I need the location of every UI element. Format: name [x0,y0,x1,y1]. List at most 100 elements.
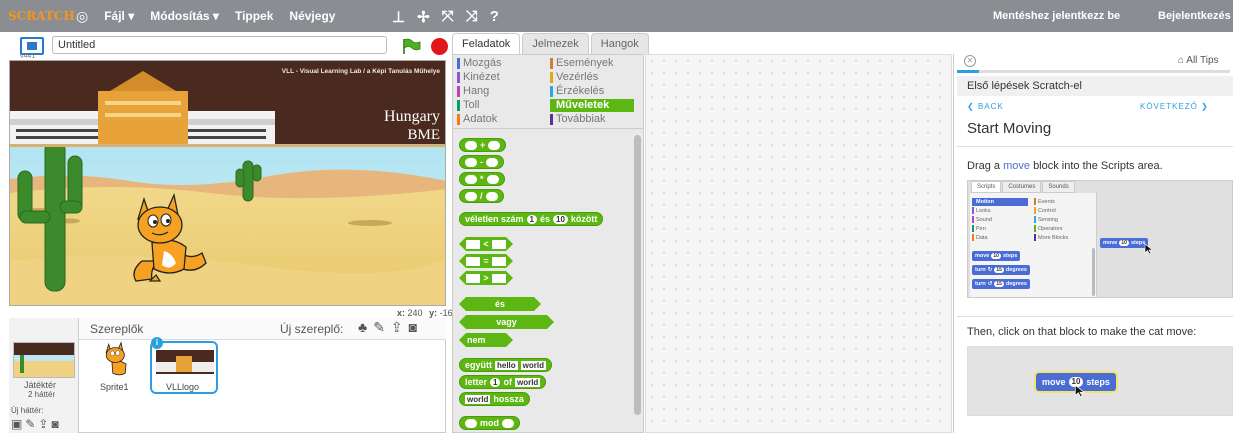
sprite-name-sprite1: Sprite1 [100,382,129,392]
category-pen[interactable]: Toll [457,99,541,112]
help-icon[interactable]: ? [490,8,499,26]
sprite-name-vlllogo: VLLlogo [166,382,200,392]
language-globe-icon[interactable]: ◎ [76,8,88,25]
block-subtract[interactable]: - [459,155,504,169]
version-label: v441 [20,53,36,60]
login-button[interactable]: Bejelentkezés [1158,10,1231,22]
paint-sprite-icon[interactable]: ✎ [373,319,385,336]
scratch-logo[interactable]: SCRATCH [8,7,75,25]
mini-cat-sensing: Sensing [1034,216,1090,224]
tip-divider [957,146,1233,147]
category-operators[interactable]: Műveletek [550,99,634,112]
green-flag-icon[interactable] [401,37,421,55]
menu-file[interactable]: Fájl ▾ [104,9,134,23]
mini-cat-data: Data [972,234,1028,242]
banner-title-hungary: Hungary [384,108,440,125]
all-tips-link[interactable]: ⌂ All Tips [1178,55,1219,66]
new-sprite-icons: ♣ ✎ ⇪ ◙ [358,319,417,336]
category-more-blocks[interactable]: Továbbiak [550,113,634,126]
tab-costumes[interactable]: Jelmezek [522,33,589,55]
mini-scrollbar [1092,248,1095,296]
category-looks[interactable]: Kinézet [457,71,541,84]
tips-progress-fill [957,70,979,73]
block-divide[interactable]: / [459,189,504,203]
turn-left-icon: ↺ [987,281,993,287]
mini-cat-operators: Operators [1034,225,1090,233]
block-not[interactable]: nem [459,333,513,347]
menu-tips[interactable]: Tippek [235,9,273,23]
block-multiply[interactable]: * [459,172,505,186]
tab-sounds[interactable]: Hangok [590,33,649,55]
backdrop-library-icon[interactable]: ▣ [11,417,22,431]
menu-edit[interactable]: Módosítás ▾ [150,9,219,23]
tips-panel-title: Első lépések Scratch-el [967,80,1082,92]
block-join[interactable]: együtt hello world [459,358,553,372]
block-greater-than[interactable]: > [459,271,513,285]
stop-button[interactable] [431,38,448,55]
menu-bar: SCRATCH ◎ Fájl ▾ Módosítás ▾ Tippek Névj… [0,0,1233,32]
tip-instruction: Drag a move block into the Scripts area. [967,160,1163,172]
mini-cat-events: Events [1034,198,1090,206]
banner-title-bme: BME [407,127,440,143]
upload-sprite-icon[interactable]: ⇪ [391,319,403,336]
login-prompt[interactable]: Mentéshez jelentkezz be [993,10,1120,22]
camera-sprite-icon[interactable]: ◙ [409,319,417,336]
category-motion[interactable]: Mozgás [457,57,541,70]
mini-cat-looks: Looks [972,207,1028,215]
block-or[interactable]: vagy [459,315,554,329]
stage-backdrop: VLL - Visual Learning Lab / a Képi Tanul… [10,61,445,305]
stage-backdrop-count: 2 háttér [28,390,56,399]
duplicate-stamp-icon[interactable]: ⊥ [392,8,405,26]
sprite-library-icon[interactable]: ♣ [358,319,367,336]
tip-heading: Start Moving [967,120,1052,137]
camera-backdrop-icon[interactable]: ◙ [51,417,58,431]
tab-scripts[interactable]: Feladatok [452,33,521,55]
mini-block-move-dragged: move 10 steps [1100,238,1149,248]
shrink-icon[interactable]: ⤨ [466,8,478,26]
palette-scrollbar[interactable] [634,135,641,415]
toolbar-icons: ⊥ ✢ ⤧ ⤨ ? [392,8,499,26]
block-equals[interactable]: = [459,254,513,268]
block-less-than[interactable]: < [459,237,513,251]
category-data[interactable]: Adatok [457,113,541,126]
upload-backdrop-icon[interactable]: ⇪ [38,417,48,431]
x-label: x: [397,308,406,318]
grow-icon[interactable]: ⤧ [442,8,454,26]
home-icon: ⌂ [1178,55,1185,66]
block-letter-of[interactable]: letter 1 of world [459,375,547,389]
category-control[interactable]: Vezérlés [550,71,634,84]
tips-back-button[interactable]: ❮ BACK [967,102,1004,111]
category-events[interactable]: Események [550,57,634,70]
tips-next-button[interactable]: KÖVETKEZŐ ❯ [1140,102,1209,111]
banner-caption: VLL - Visual Learning Lab / a Képi Tanul… [282,68,441,75]
y-label: y: [429,308,438,318]
scripts-area[interactable] [645,54,952,433]
tip-divider-2 [957,316,1233,317]
block-add[interactable]: + [459,138,507,152]
mouse-coordinates: x: 240 y: -166 [397,308,458,318]
block-length-of[interactable]: world hossza [459,392,530,406]
mini-cat-motion: Motion [972,198,1028,206]
category-sound[interactable]: Hang [457,85,541,98]
block-random[interactable]: véletlen szám 1 és 10 között [459,212,604,226]
delete-scissors-icon[interactable]: ✢ [417,8,430,26]
editor-tabs: Feladatok Jelmezek Hangok [452,33,651,55]
mini-cat-control: Control [1034,207,1090,215]
category-sensing[interactable]: Érzékelés [550,85,634,98]
mini-block-move: move 10 steps [972,251,1021,261]
x-value: 240 [407,308,423,318]
project-title-input[interactable] [52,36,387,54]
stage[interactable]: VLL - Visual Learning Lab / a Képi Tanul… [9,60,446,306]
sprite-info-icon[interactable]: i [151,337,163,349]
menu-about[interactable]: Névjegy [289,9,335,23]
block-and[interactable]: és [459,297,541,311]
sprites-title: Szereplők [90,322,144,336]
stage-thumbnail[interactable] [13,342,75,378]
block-mod[interactable]: mod [459,416,520,430]
tips-progress-track [957,70,1230,73]
turn-right-icon: ↻ [987,267,993,273]
close-tips-icon[interactable]: ✕ [964,55,976,67]
paint-backdrop-icon[interactable]: ✎ [25,417,35,431]
mini-tab-scripts: Scripts [971,181,1002,193]
scratch-cat-sprite[interactable] [130,191,208,283]
